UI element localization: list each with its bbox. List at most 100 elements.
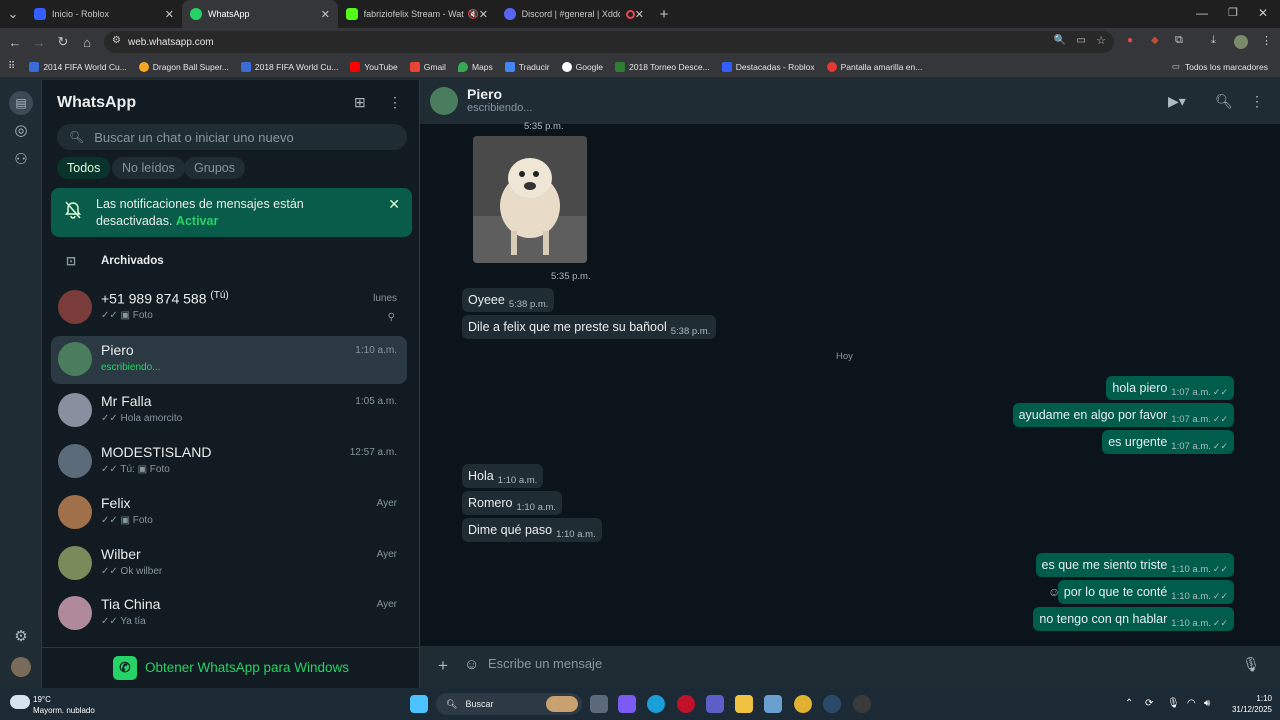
bookmark-item[interactable]: Pantalla amarilla en...: [826, 61, 922, 72]
bookmark-item[interactable]: Destacadas - Roblox: [721, 61, 815, 72]
bookmark-item[interactable]: 2018 Torneo Desce...: [615, 61, 710, 72]
message-outgoing[interactable]: hola piero 1:07 a.m. ✓✓: [1106, 376, 1234, 400]
message-outgoing[interactable]: es urgente 1:07 a.m. ✓✓: [1102, 430, 1234, 454]
message-list[interactable]: 5:35 p.m. 5:35 p.m. Oyeee 5:38 p.m. Dile …: [420, 121, 1280, 646]
activate-link[interactable]: Activar: [176, 214, 218, 228]
get-whatsapp-windows-link[interactable]: ✆ Obtener WhatsApp para Windows: [42, 647, 420, 687]
filter-no-leidos[interactable]: No leídos: [112, 157, 185, 179]
message-incoming[interactable]: Hola 1:10 a.m.: [462, 464, 544, 488]
chat-item-self[interactable]: +51 989 874 588 (Tú) lunes ✓✓ ▣ Foto ⚲: [51, 284, 407, 332]
new-tab-icon[interactable]: +: [652, 6, 676, 23]
opera-icon[interactable]: [677, 695, 695, 713]
download-icon[interactable]: ⤓: [1211, 34, 1216, 47]
wifi-icon[interactable]: ◠: [1187, 698, 1196, 709]
teams-icon[interactable]: [706, 695, 724, 713]
status-icon[interactable]: ◎: [11, 121, 31, 141]
forward-icon[interactable]: →: [27, 35, 51, 50]
reload-icon[interactable]: ↻: [51, 34, 75, 50]
tab-kick-stream[interactable]: fabriziofelix Stream - Watch 🔇 ✕: [338, 0, 496, 28]
search-input[interactable]: 🔍︎ Buscar un chat o iniciar uno nuevo: [57, 124, 407, 150]
bookmark-item[interactable]: Dragon Ball Super...: [138, 61, 229, 72]
chat-item-wilber[interactable]: Wilber Ayer ✓✓ Ok wilber: [51, 540, 407, 588]
apps-icon[interactable]: ⠿: [8, 61, 15, 72]
bookmark-item[interactable]: Gmail: [409, 61, 446, 72]
emoji-icon[interactable]: ☺: [464, 656, 479, 673]
chat-item-piero[interactable]: Piero 1:10 a.m. escribiendo...: [51, 336, 407, 384]
contact-avatar[interactable]: [430, 87, 458, 115]
bookmark-item[interactable]: Maps: [457, 61, 493, 72]
new-chat-icon[interactable]: ⊞: [354, 94, 366, 111]
file-explorer-icon[interactable]: [735, 695, 753, 713]
close-icon[interactable]: ✕: [321, 8, 330, 21]
bookmark-item[interactable]: YouTube: [350, 61, 398, 72]
message-input[interactable]: Escribe un mensaje: [488, 656, 602, 671]
filter-grupos[interactable]: Grupos: [184, 157, 245, 179]
task-view-icon[interactable]: [590, 695, 608, 713]
app-icon[interactable]: [853, 695, 871, 713]
message-outgoing[interactable]: es que me siento triste 1:10 a.m. ✓✓: [1035, 553, 1234, 577]
tab-list-icon[interactable]: ⌄: [0, 6, 26, 22]
browser-menu-icon[interactable]: ⋮: [1261, 34, 1272, 47]
search-icon[interactable]: 🔍︎: [1215, 93, 1233, 110]
close-icon[interactable]: ✕: [165, 8, 174, 21]
archived-row[interactable]: ⊡ Archivados: [42, 250, 412, 274]
window-close-icon[interactable]: ✕: [1258, 6, 1268, 20]
message-incoming[interactable]: Romero 1:10 a.m.: [462, 491, 563, 515]
extensions-icon[interactable]: ⧉: [1175, 34, 1183, 47]
chat-item-mr-falla[interactable]: Mr Falla 1:05 a.m. ✓✓ Hola amorcito: [51, 387, 407, 435]
show-hidden-icons-icon[interactable]: ⌃: [1125, 698, 1133, 709]
message-outgoing[interactable]: por lo que te conté 1:10 a.m. ✓✓: [1057, 580, 1234, 604]
message-incoming[interactable]: Dile a felix que me preste su bañool 5:38…: [462, 315, 717, 339]
weather-widget[interactable]: 19°C Mayorm. nublado: [10, 692, 120, 716]
menu-icon[interactable]: ⋮: [1250, 93, 1264, 110]
steam-icon[interactable]: [823, 695, 841, 713]
bookmark-item[interactable]: Google: [561, 61, 603, 72]
settings-icon[interactable]: ⚙: [11, 627, 31, 647]
tab-roblox[interactable]: Inicio - Roblox ✕: [26, 0, 182, 28]
bookmark-item[interactable]: 2018 FIFA World Cu...: [240, 61, 338, 72]
profile-avatar[interactable]: [1234, 35, 1248, 49]
close-icon[interactable]: ✕: [388, 196, 400, 213]
sync-icon[interactable]: ⟳: [1145, 698, 1153, 709]
cast-icon[interactable]: ▭: [1077, 35, 1086, 46]
site-info-icon[interactable]: ⚙: [112, 35, 121, 46]
close-icon[interactable]: ✕: [635, 8, 644, 21]
address-bar[interactable]: ⚙ web.whatsapp.com 🔍 ▭ ☆: [104, 31, 1114, 53]
message-incoming[interactable]: Dime qué paso 1:10 a.m.: [462, 518, 602, 542]
chat-item-felix[interactable]: Felix Ayer ✓✓ ▣ Foto: [51, 489, 407, 537]
chats-icon[interactable]: ▤: [9, 91, 33, 115]
extension-shield-icon[interactable]: ◆: [1151, 35, 1159, 46]
all-bookmarks[interactable]: ▭ Todos los marcadores: [1172, 61, 1268, 72]
filter-todos[interactable]: Todos: [57, 157, 111, 179]
bookmark-star-icon[interactable]: ☆: [1096, 34, 1106, 47]
profile-avatar[interactable]: [11, 657, 31, 677]
tab-whatsapp[interactable]: WhatsApp ✕: [182, 0, 338, 28]
video-call-icon[interactable]: ▶▾: [1168, 93, 1186, 110]
message-outgoing[interactable]: no tengo con qn hablar 1:10 a.m. ✓✓: [1033, 607, 1234, 631]
back-icon[interactable]: ←: [3, 35, 27, 50]
zoom-icon[interactable]: 🔍: [1054, 35, 1066, 46]
restore-icon[interactable]: ❐: [1228, 6, 1238, 19]
windows-start-icon[interactable]: [410, 695, 428, 713]
bookmark-item[interactable]: Traducir: [504, 61, 550, 72]
close-icon[interactable]: ✕: [479, 8, 488, 21]
mic-tray-icon[interactable]: 🎙︎: [1167, 698, 1180, 709]
minimize-icon[interactable]: —: [1196, 6, 1208, 20]
conversation-header[interactable]: Piero escribiendo... ▶▾ 🔍︎ ⋮: [420, 80, 1280, 124]
message-outgoing[interactable]: ayudame en algo por favor 1:07 a.m. ✓✓: [1012, 403, 1234, 427]
copilot-icon[interactable]: [618, 695, 636, 713]
taskbar-search[interactable]: 🔍︎ Buscar: [436, 693, 582, 715]
tab-discord[interactable]: Discord | #general | Xddd ✕: [496, 0, 652, 28]
extension-fire-icon[interactable]: ●: [1127, 35, 1133, 46]
volume-icon[interactable]: 🔊︎: [1204, 698, 1210, 709]
clock[interactable]: 1:10 31/12/2025: [1232, 693, 1272, 715]
home-icon[interactable]: ⌂: [75, 35, 99, 50]
communities-icon[interactable]: ⚇: [11, 150, 31, 170]
chrome-icon[interactable]: [794, 695, 812, 713]
notepad-icon[interactable]: [764, 695, 782, 713]
chat-item-modestisland[interactable]: MODESTISLAND 12:57 a.m. ✓✓ Tú: ▣ Foto: [51, 438, 407, 486]
chat-item-tia-china[interactable]: Tia China Ayer ✓✓ Ya tía: [51, 590, 407, 638]
bookmark-item[interactable]: 2014 FIFA World Cu...: [29, 61, 127, 72]
attach-icon[interactable]: +: [438, 656, 448, 676]
menu-icon[interactable]: ⋮: [388, 94, 402, 111]
